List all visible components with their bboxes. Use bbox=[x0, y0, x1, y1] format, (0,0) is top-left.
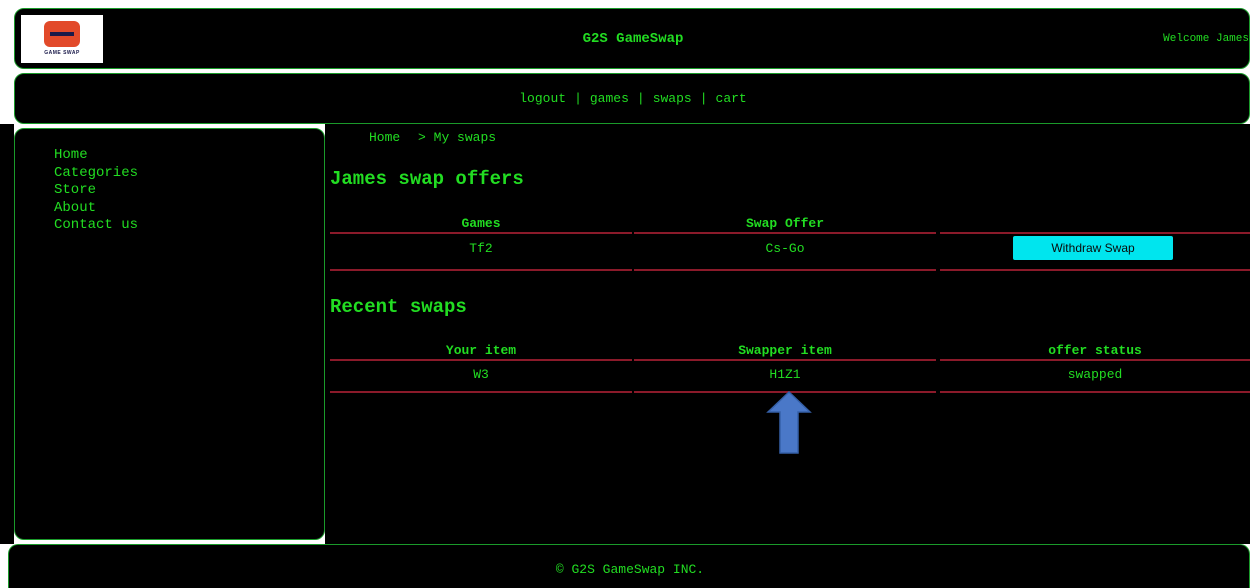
breadcrumb-separator: > bbox=[418, 130, 426, 145]
sidebar-item-categories[interactable]: Categories bbox=[54, 165, 138, 183]
nav-links: logout | games | swaps | cart bbox=[15, 91, 1250, 106]
row-divider bbox=[634, 232, 936, 234]
table-row: W3 H1Z1 swapped bbox=[330, 367, 1250, 386]
recent-your-item-cell: W3 bbox=[473, 367, 489, 382]
site-header: GAME SWAP G2S GameSwap Welcome James bbox=[14, 8, 1250, 69]
nav-link-cart[interactable]: cart bbox=[716, 91, 747, 106]
column-header-offer-status: offer status bbox=[1048, 343, 1142, 358]
breadcrumb-home[interactable]: Home bbox=[369, 130, 400, 145]
recent-swapper-item-cell: H1Z1 bbox=[769, 367, 801, 382]
column-header-your-item: Your item bbox=[445, 343, 517, 358]
row-divider bbox=[330, 391, 632, 393]
row-divider bbox=[330, 232, 632, 234]
row-divider bbox=[634, 359, 936, 361]
annotation-up-arrow-icon bbox=[766, 390, 812, 454]
logo-text: GAME SWAP bbox=[44, 50, 80, 56]
breadcrumb: Home > My swaps bbox=[369, 130, 496, 145]
nav-link-swaps[interactable]: swaps bbox=[653, 91, 692, 106]
background-strip bbox=[0, 124, 14, 544]
recent-swaps-title: Recent swaps bbox=[330, 296, 467, 318]
page: GAME SWAP G2S GameSwap Welcome James log… bbox=[0, 0, 1250, 588]
sidebar-item-store[interactable]: Store bbox=[54, 182, 138, 200]
nav-link-games[interactable]: games bbox=[590, 91, 629, 106]
row-divider bbox=[940, 391, 1250, 393]
column-header-games: Games bbox=[461, 216, 501, 231]
nav-separator: | bbox=[636, 91, 645, 106]
row-divider bbox=[940, 269, 1250, 271]
nav-link-logout[interactable]: logout bbox=[519, 91, 566, 106]
row-divider bbox=[940, 359, 1250, 361]
swap-offers-title: James swap offers bbox=[330, 168, 524, 190]
sidebar-item-about[interactable]: About bbox=[54, 200, 138, 218]
sidebar-item-home[interactable]: Home bbox=[54, 147, 138, 165]
row-divider bbox=[634, 269, 936, 271]
offer-game-cell: Tf2 bbox=[469, 241, 493, 256]
offer-swap-cell: Cs-Go bbox=[765, 241, 805, 256]
nav-separator: | bbox=[574, 91, 582, 106]
row-divider bbox=[940, 232, 1250, 234]
sidebar-menu: Home Categories Store About Contact us bbox=[54, 147, 138, 235]
breadcrumb-current: My swaps bbox=[433, 130, 497, 145]
copyright-text: © G2S GameSwap INC. bbox=[555, 562, 705, 577]
column-header-swapper-item: Swapper item bbox=[738, 343, 832, 358]
top-nav: logout | games | swaps | cart bbox=[14, 73, 1250, 124]
recent-swaps-table: Your item Swapper item offer status W3 H… bbox=[330, 343, 1250, 393]
row-divider bbox=[330, 359, 632, 361]
nav-separator: | bbox=[699, 91, 708, 106]
site-footer: © G2S GameSwap INC. bbox=[8, 544, 1250, 588]
sidebar-item-contact-us[interactable]: Contact us bbox=[54, 217, 138, 235]
sidebar: Home Categories Store About Contact us bbox=[14, 128, 325, 540]
recent-status-cell: swapped bbox=[1067, 367, 1123, 382]
welcome-message: Welcome James bbox=[1163, 33, 1249, 45]
site-title: G2S GameSwap bbox=[582, 31, 684, 47]
column-header-swap-offer: Swap Offer bbox=[745, 216, 824, 231]
withdraw-swap-button[interactable]: Withdraw Swap bbox=[1013, 236, 1173, 260]
swap-offers-table: Games Swap Offer Tf2 Cs-Go Withdraw Swap bbox=[330, 216, 1250, 271]
row-divider bbox=[330, 269, 632, 271]
